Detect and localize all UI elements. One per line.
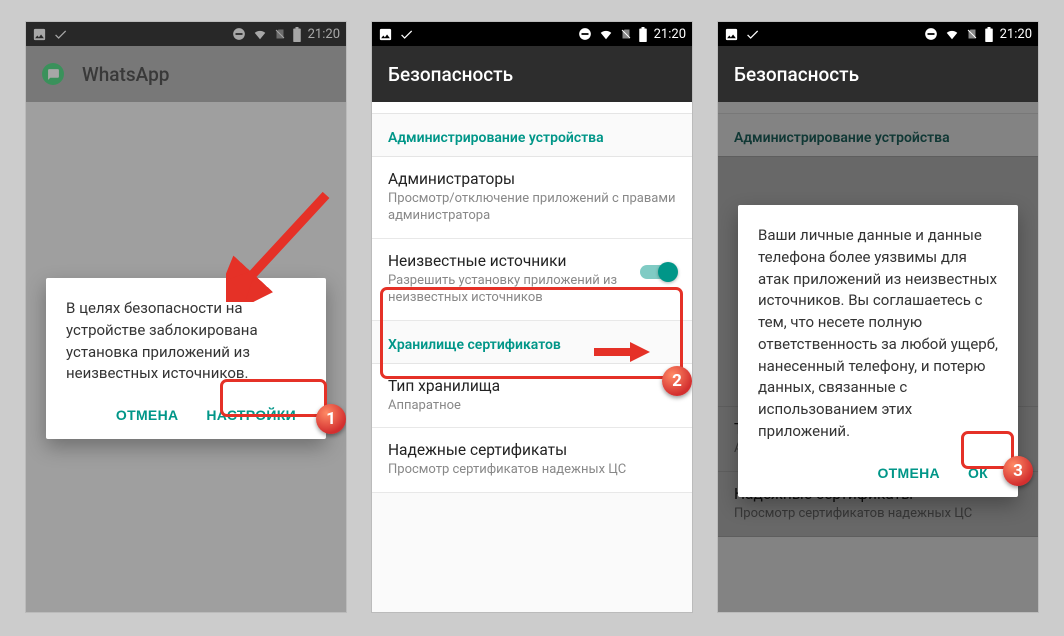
wifi-icon	[598, 27, 614, 41]
dialog-message: В целях безопасности на устройстве забло…	[66, 298, 306, 385]
check-icon	[399, 27, 414, 42]
arrow-icon	[226, 187, 336, 302]
item-title: Тип хранилища	[388, 377, 676, 395]
dialog-message: Ваши личные данные и данные телефона бол…	[758, 225, 998, 443]
list-item-trusted-certs[interactable]: Надежные сертификаты Просмотр сертификат…	[372, 428, 692, 493]
phone-screen-2: 21:20 Безопасность Администрирование уст…	[372, 22, 692, 612]
item-title: Администраторы	[388, 170, 676, 188]
status-bar: 21:20	[718, 22, 1038, 46]
list-item-admins[interactable]: Администраторы Просмотр/отключение прило…	[372, 157, 692, 239]
item-subtitle: Просмотр сертификатов надежных ЦС	[388, 462, 676, 479]
settings-appbar: Безопасность	[372, 46, 692, 102]
arrow-icon	[592, 341, 652, 363]
phone-screen-1: 21:20 WhatsApp В целях безопасности на у…	[26, 22, 346, 612]
dnd-icon	[924, 27, 938, 41]
step-badge-2: 2	[662, 366, 692, 396]
step-badge-1: 1	[316, 404, 346, 434]
image-icon	[724, 27, 739, 42]
item-title: Надежные сертификаты	[388, 441, 676, 459]
section-header-admin: Администрирование устройства	[372, 114, 692, 157]
highlight-settings-button	[220, 379, 327, 417]
battery-icon	[638, 27, 648, 42]
dnd-icon	[578, 27, 592, 41]
no-sim-icon	[966, 27, 978, 41]
battery-icon	[984, 27, 994, 42]
unknown-sources-switch[interactable]	[640, 262, 676, 282]
settings-appbar: Безопасность	[718, 46, 1038, 102]
step-badge-3: 3	[1003, 456, 1033, 486]
item-title: Неизвестные источники	[388, 252, 640, 270]
page-title: Безопасность	[734, 63, 859, 86]
no-sim-icon	[620, 27, 632, 41]
status-time: 21:20	[654, 27, 686, 42]
image-icon	[378, 27, 393, 42]
check-icon	[745, 27, 760, 42]
status-bar: 21:20	[372, 22, 692, 46]
highlight-unknown-sources	[380, 287, 683, 379]
status-time: 21:20	[1000, 27, 1032, 42]
cancel-button[interactable]: ОТМЕНА	[867, 457, 949, 489]
item-subtitle: Аппаратное	[388, 398, 676, 415]
item-subtitle: Просмотр/отключение приложений с правами…	[388, 191, 676, 225]
page-title: Безопасность	[388, 63, 513, 86]
cancel-button[interactable]: ОТМЕНА	[106, 399, 188, 431]
phone-screen-3: 21:20 Безопасность Администрирование уст…	[718, 22, 1038, 612]
wifi-icon	[944, 27, 960, 41]
